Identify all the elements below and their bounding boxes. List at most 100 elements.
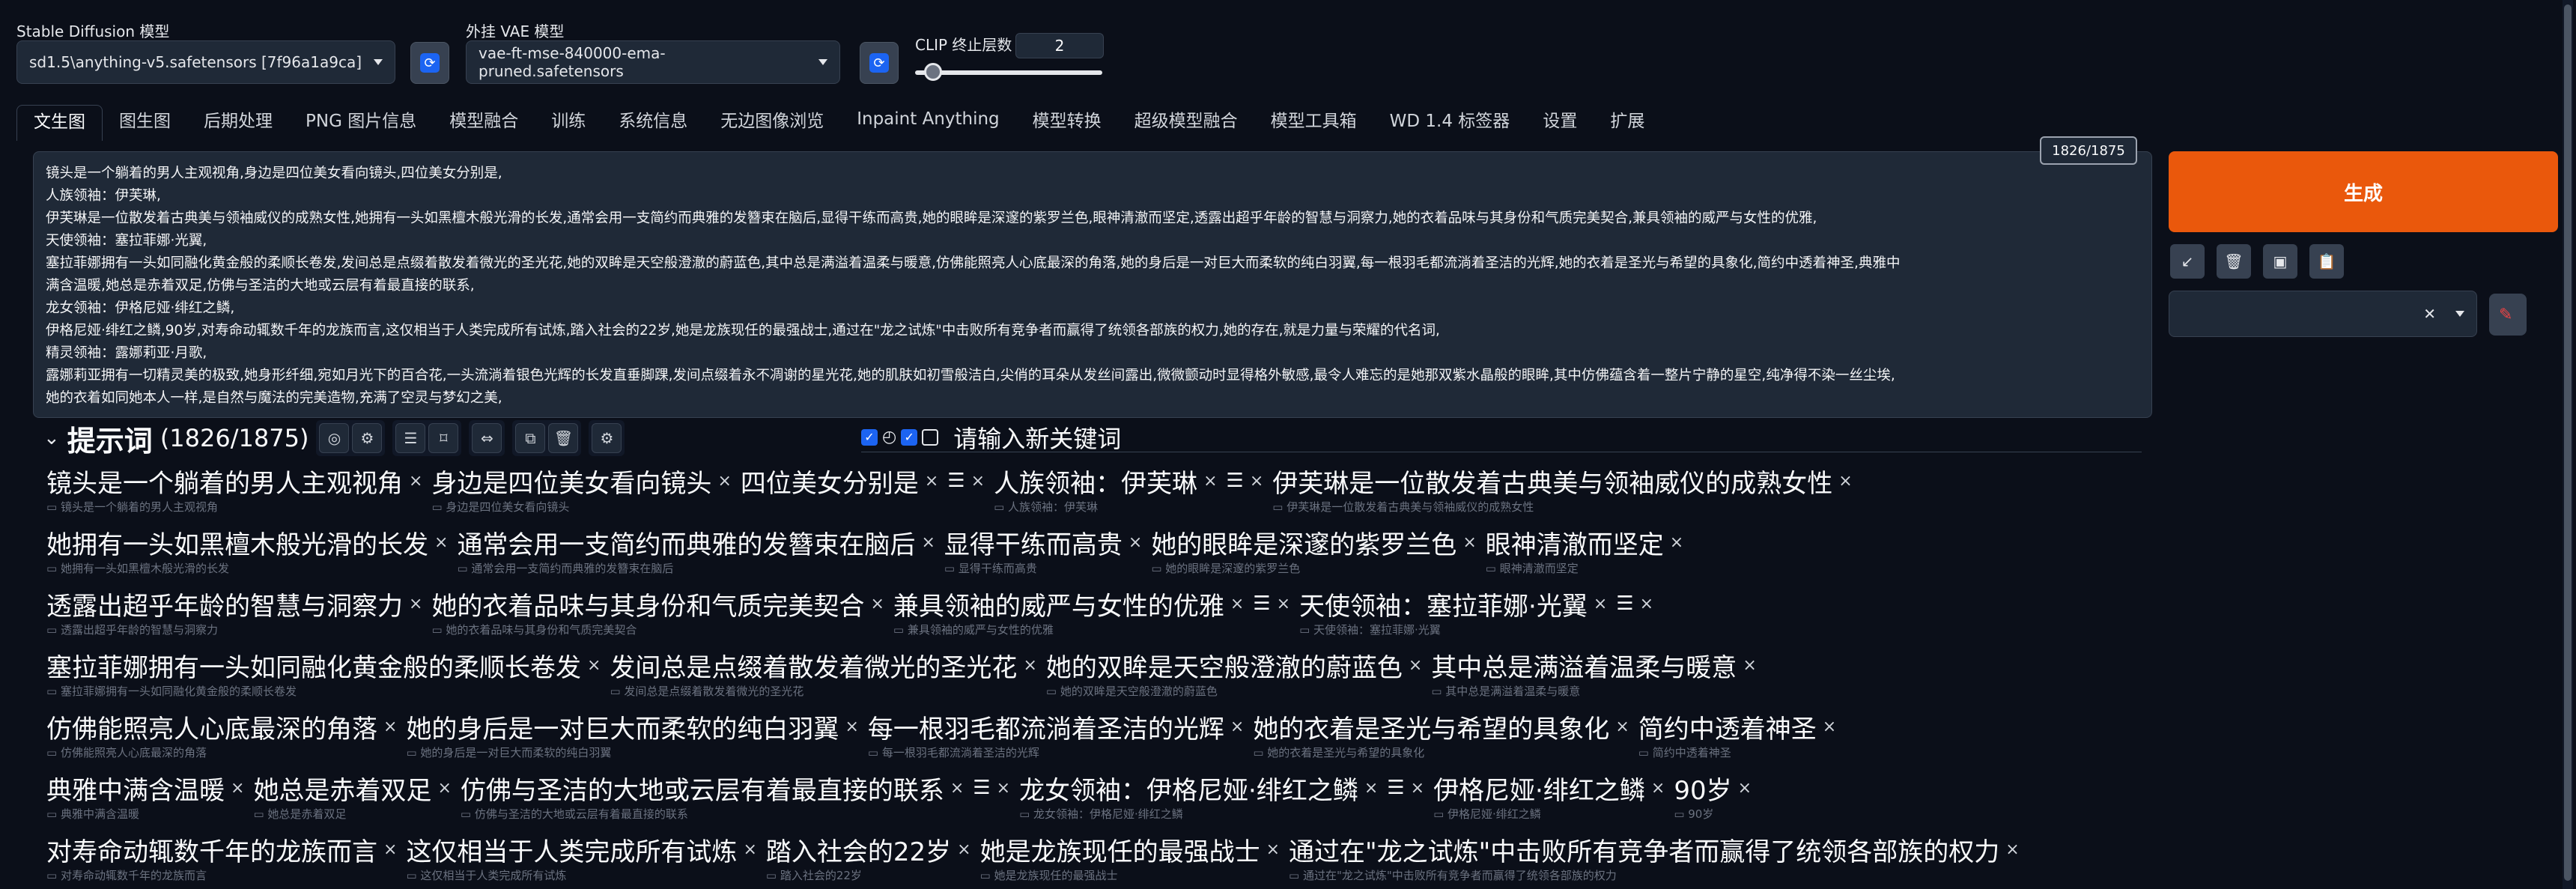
- tag-item[interactable]: 伊芙琳是一位散发着古典美与领袖威仪的成熟女性×伊芙琳是一位散发着古典美与领袖威仪…: [1272, 464, 1852, 515]
- tag-item[interactable]: 塞拉菲娜拥有一头如同融化黄金般的柔顺长卷发×塞拉菲娜拥有一头如同融化黄金般的柔顺…: [46, 649, 601, 699]
- tab-2[interactable]: 后期处理: [187, 105, 289, 141]
- tag-item[interactable]: 天使领袖：塞拉菲娜·光翼 × 天使领袖：塞拉菲娜·光翼: [1299, 587, 1607, 637]
- tag-item[interactable]: 她总是赤着双足 × 她总是赤着双足: [253, 771, 451, 822]
- close-icon[interactable]: ×: [437, 779, 451, 798]
- close-icon[interactable]: ×: [231, 779, 244, 798]
- close-icon[interactable]: ×: [587, 656, 601, 675]
- clip-skip-slider[interactable]: [915, 70, 1102, 75]
- close-icon[interactable]: ×: [1738, 779, 1752, 798]
- vae-model-select[interactable]: vae-ft-mse-840000-ema-pruned.safetensors: [466, 40, 840, 84]
- tag-item[interactable]: 她是龙族现任的最强战士 × 她是龙族现任的最强战士: [980, 833, 1280, 883]
- save-style-button[interactable]: 📋: [2309, 244, 2344, 279]
- close-icon[interactable]: ×: [1743, 656, 1756, 675]
- close-icon[interactable]: ×: [434, 533, 448, 552]
- edit-styles-button[interactable]: ✎: [2489, 294, 2527, 336]
- close-icon[interactable]: ×: [743, 840, 756, 859]
- paste-params-button[interactable]: ↙: [2170, 244, 2205, 279]
- close-icon[interactable]: ×: [409, 595, 422, 613]
- tag-item[interactable]: 通过在"龙之试炼"中击败所有竞争者而赢得了统领各部族的权力×通过在"龙之试炼"中…: [1289, 833, 2020, 883]
- delete-all-button[interactable]: 🗑: [548, 423, 579, 453]
- close-icon[interactable]: ×: [1462, 533, 1476, 552]
- favorite-button[interactable]: ⌑: [428, 423, 459, 453]
- close-icon[interactable]: ×: [383, 840, 397, 859]
- tag-item[interactable]: 每一根羽毛都流淌着圣洁的光辉 × 每一根羽毛都流淌着圣洁的光辉: [868, 710, 1244, 760]
- tab-14[interactable]: 扩展: [1594, 105, 1661, 141]
- tab-8[interactable]: Inpaint Anything: [840, 105, 1015, 141]
- tag-item[interactable]: 她的双眸是天空般澄澈的蔚蓝色 × 她的双眸是天空般澄澈的蔚蓝色: [1046, 649, 1422, 699]
- close-icon[interactable]: ×: [1409, 656, 1422, 675]
- tab-10[interactable]: 超级模型融合: [1118, 105, 1254, 141]
- show-extra-networks-button[interactable]: ▣: [2263, 244, 2297, 279]
- tag-item[interactable]: 镜头是一个躺着的男人主观视角 × 镜头是一个躺着的男人主观视角: [46, 464, 422, 515]
- close-icon[interactable]: ×: [1128, 533, 1142, 552]
- tag-item[interactable]: 90岁 × 90岁: [1674, 771, 1752, 822]
- tab-12[interactable]: WD 1.4 标签器: [1373, 105, 1527, 141]
- close-icon[interactable]: ×: [1250, 472, 1263, 491]
- clear-prompt-button[interactable]: 🗑: [2217, 244, 2251, 279]
- close-icon[interactable]: ×: [383, 717, 397, 736]
- tag-item[interactable]: 龙女领袖：伊格尼娅·绯红之鳞 × 龙女领袖：伊格尼娅·绯红之鳞: [1019, 771, 1378, 822]
- close-icon[interactable]: ×: [1203, 472, 1217, 491]
- close-icon[interactable]: ×: [957, 840, 970, 859]
- close-icon[interactable]: ×: [2005, 840, 2019, 859]
- tag-item[interactable]: 仿佛能照亮人心底最深的角落 × 仿佛能照亮人心底最深的角落: [46, 710, 397, 760]
- tag-item[interactable]: 发间总是点缀着散发着微光的圣光花 × 发间总是点缀着散发着微光的圣光花: [610, 649, 1036, 699]
- tag-item[interactable]: 踏入社会的22岁 × 踏入社会的22岁: [766, 833, 971, 883]
- close-icon[interactable]: ×: [971, 472, 985, 491]
- sd-model-select[interactable]: sd1.5\anything-v5.safetensors [7f96a1a9c…: [16, 40, 395, 84]
- close-icon[interactable]: ×: [1823, 717, 1836, 736]
- close-icon[interactable]: ×: [1023, 656, 1036, 675]
- tag-item[interactable]: 人族领袖：伊芙琳 × 人族领袖：伊芙琳: [994, 464, 1217, 515]
- tag-item[interactable]: 典雅中满含温暖 × 典雅中满含温暖: [46, 771, 244, 822]
- close-icon[interactable]: ×: [1615, 717, 1629, 736]
- close-icon[interactable]: ×: [409, 472, 422, 491]
- tag-separator[interactable]: ☰ ×: [1227, 464, 1264, 514]
- tag-item[interactable]: 她的眼眸是深邃的紫罗兰色 × 她的眼眸是深邃的紫罗兰色: [1151, 526, 1476, 576]
- tag-item[interactable]: 这仅相当于人类完成所有试炼 × 这仅相当于人类完成所有试炼: [406, 833, 756, 883]
- tab-9[interactable]: 模型转换: [1016, 105, 1118, 141]
- generate-button[interactable]: 生成: [2169, 151, 2558, 232]
- tab-5[interactable]: 训练: [535, 105, 602, 141]
- tag-item[interactable]: 对寿命动辄数千年的龙族而言 × 对寿命动辄数千年的龙族而言: [46, 833, 397, 883]
- tag-item[interactable]: 显得干练而高贵 × 显得干练而高贵: [944, 526, 1142, 576]
- close-icon[interactable]: ×: [1594, 595, 1607, 613]
- tab-4[interactable]: 模型融合: [433, 105, 535, 141]
- tag-item[interactable]: 她拥有一头如黑檀木般光滑的长发 × 她拥有一头如黑檀木般光滑的长发: [46, 526, 448, 576]
- close-icon[interactable]: ×: [1230, 717, 1244, 736]
- copy-button[interactable]: ⧉: [515, 423, 546, 453]
- settings-button[interactable]: ⚙: [352, 423, 383, 453]
- checkbox-unchecked-icon[interactable]: [922, 428, 939, 446]
- tag-separator[interactable]: ☰ ×: [1387, 771, 1424, 821]
- tag-item[interactable]: 伊格尼娅·绯红之鳞 × 伊格尼娅·绯红之鳞: [1433, 771, 1665, 822]
- history-button[interactable]: ☰: [395, 423, 426, 453]
- tag-item[interactable]: 通常会用一支简约而典雅的发簪束在脑后 × 通常会用一支简约而典雅的发簪束在脑后: [457, 526, 935, 576]
- tag-item[interactable]: 透露出超乎年龄的智慧与洞察力 × 透露出超乎年龄的智慧与洞察力: [46, 587, 422, 637]
- tab-13[interactable]: 设置: [1526, 105, 1594, 141]
- close-icon[interactable]: ×: [1364, 779, 1378, 798]
- refresh-sd-button[interactable]: ⟳: [410, 42, 449, 84]
- collapse-icon[interactable]: ⌄: [43, 427, 60, 449]
- close-icon[interactable]: ×: [1411, 779, 1424, 798]
- tag-item[interactable]: 她的衣着品味与其身份和气质完美契合 × 她的衣着品味与其身份和气质完美契合: [431, 587, 884, 637]
- close-icon[interactable]: ×: [950, 779, 964, 798]
- tag-item[interactable]: 她的衣着是圣光与希望的具象化 × 她的衣着是圣光与希望的具象化: [1253, 710, 1629, 760]
- clear-icon[interactable]: ✕: [2423, 305, 2436, 323]
- tab-1[interactable]: 图生图: [103, 105, 187, 141]
- new-tag-input[interactable]: 请输入新关键词: [953, 420, 1121, 455]
- close-icon[interactable]: ×: [1230, 595, 1244, 613]
- close-icon[interactable]: ×: [870, 595, 884, 613]
- tab-0[interactable]: 文生图: [16, 105, 103, 141]
- tab-11[interactable]: 模型工具箱: [1254, 105, 1373, 141]
- checkbox-icon[interactable]: ✓: [901, 428, 918, 446]
- tag-separator[interactable]: ☰ ×: [973, 771, 1010, 821]
- tag-item[interactable]: 简约中透着神圣 × 简约中透着神圣: [1638, 710, 1836, 760]
- tag-separator[interactable]: ☰ ×: [1253, 587, 1290, 637]
- page-scrollbar-thumb[interactable]: [2564, 4, 2572, 881]
- close-icon[interactable]: ×: [1266, 840, 1280, 859]
- close-icon[interactable]: ×: [717, 472, 731, 491]
- tag-item[interactable]: 眼神清澈而坚定 × 眼神清澈而坚定: [1486, 526, 1683, 576]
- close-icon[interactable]: ×: [925, 472, 938, 491]
- tag-item[interactable]: 兼具领袖的威严与女性的优雅 × 兼具领袖的威严与女性的优雅: [893, 587, 1244, 637]
- close-icon[interactable]: ×: [1838, 472, 1852, 491]
- refresh-vae-button[interactable]: ⟳: [860, 42, 899, 84]
